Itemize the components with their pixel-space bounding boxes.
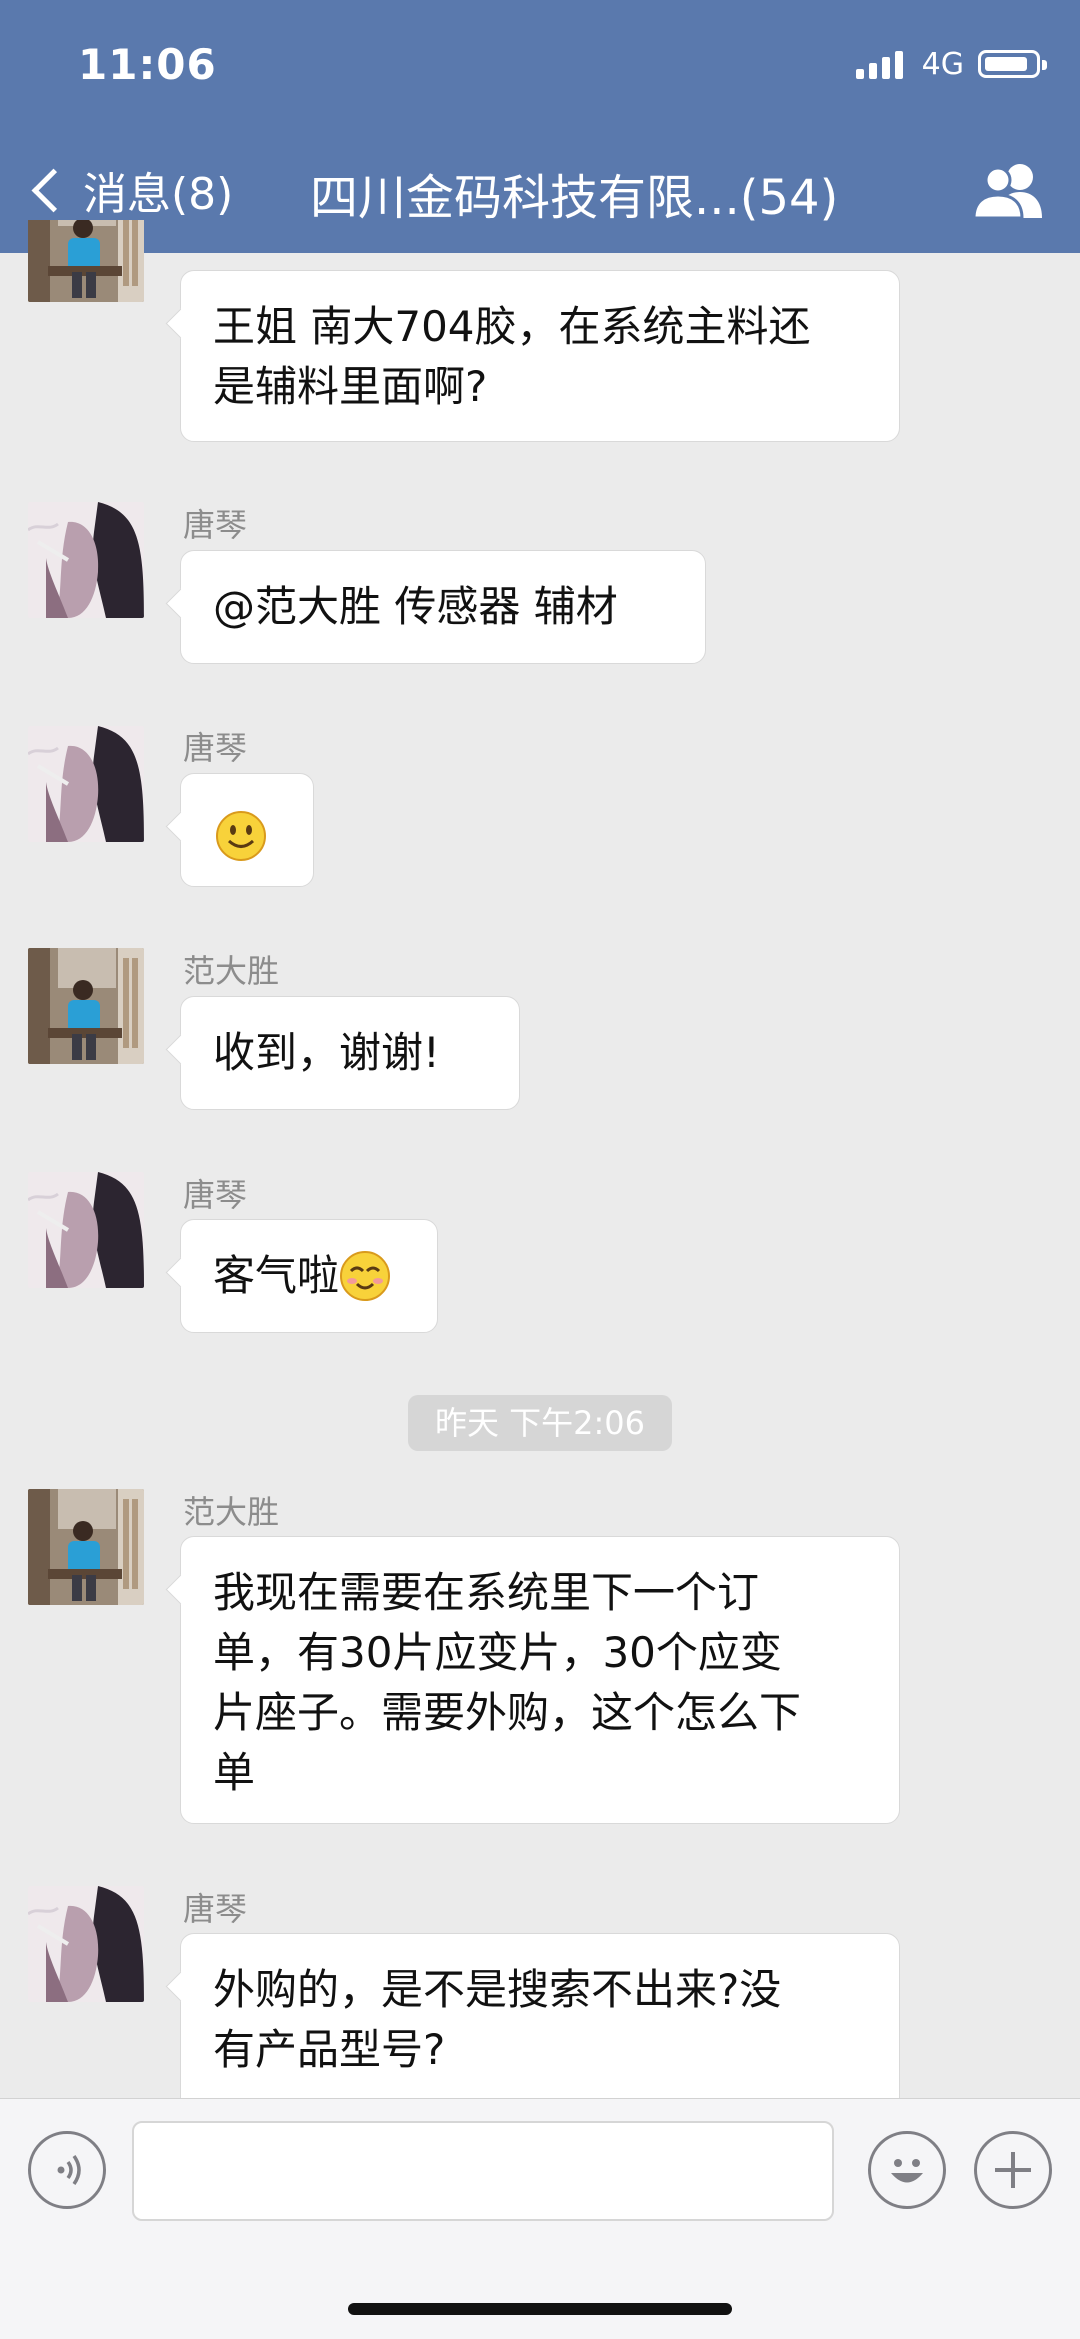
message-line: 王姐 南大704胶，在系统主料还 <box>213 302 811 351</box>
top-bar: 11:06 4G 消息(8) 四川金码科技有限...(54) <box>0 0 1080 253</box>
status-time: 11:06 <box>78 40 217 89</box>
message-line: 我现在需要在系统里下一个订 <box>213 1568 760 1617</box>
message-line: 片座子。需要外购，这个怎么下 <box>213 1688 802 1737</box>
back-label: 消息(8) <box>83 169 234 220</box>
plus-icon <box>995 2152 1031 2188</box>
emoji-icon <box>891 2159 923 2183</box>
avatar[interactable] <box>28 1172 144 1288</box>
avatar[interactable] <box>28 948 144 1064</box>
message-line: 单，有30片应变片，30个应变 <box>213 1628 782 1677</box>
voice-icon <box>57 2154 81 2186</box>
home-indicator[interactable] <box>348 2303 732 2315</box>
sender-name: 范大胜 <box>183 952 280 990</box>
message-line: 客气啦 <box>213 1251 340 1300</box>
avatar[interactable] <box>28 726 144 842</box>
blush-emoji-icon <box>340 1250 391 1301</box>
signal-icon <box>855 49 908 79</box>
message-line: 单 <box>213 1748 256 1797</box>
voice-button[interactable] <box>28 2131 106 2209</box>
avatar[interactable] <box>28 502 144 618</box>
sender-name: 唐琴 <box>183 729 248 767</box>
battery-icon <box>978 50 1047 78</box>
chevron-left-icon <box>31 168 76 212</box>
status-indicators: 4G <box>855 44 1047 84</box>
message-bubble[interactable]: 外购的，是不是搜索不出来?没 有产品型号? <box>180 1933 900 2123</box>
message-line: @范大胜 传感器 辅材 <box>213 582 618 631</box>
sender-name: 唐琴 <box>183 506 248 544</box>
message-line: 是辅料里面啊? <box>213 362 488 411</box>
sender-name: 唐琴 <box>183 1890 248 1928</box>
message-line: 外购的，是不是搜索不出来?没 <box>213 1965 782 2014</box>
sender-name: 范大胜 <box>183 1493 280 1531</box>
smile-emoji-icon <box>216 810 266 861</box>
avatar[interactable] <box>28 1489 144 1605</box>
avatar[interactable] <box>28 1886 144 2002</box>
time-divider: 昨天 下午2:06 <box>408 1395 672 1451</box>
sender-name: 唐琴 <box>183 1176 248 1214</box>
emoji-button[interactable] <box>868 2131 946 2209</box>
message-line: 有产品型号? <box>213 2025 446 2074</box>
chat-title: 四川金码科技有限...(54) <box>310 170 839 226</box>
message-bubble[interactable]: 王姐 南大704胶，在系统主料还 是辅料里面啊? <box>180 270 900 442</box>
message-bubble[interactable]: 收到，谢谢! <box>180 996 520 1110</box>
message-bubble[interactable]: @范大胜 传感器 辅材 <box>180 550 706 664</box>
back-button[interactable]: 消息(8) <box>28 160 233 220</box>
network-label: 4G <box>921 46 964 82</box>
message-line: 收到，谢谢! <box>213 1028 440 1077</box>
message-bubble[interactable] <box>180 773 314 887</box>
message-bubble[interactable]: 我现在需要在系统里下一个订 单，有30片应变片，30个应变 片座子。需要外购，这… <box>180 1536 900 1824</box>
message-input[interactable] <box>132 2121 834 2221</box>
plus-button[interactable] <box>974 2131 1052 2209</box>
group-members-icon[interactable] <box>968 160 1052 220</box>
message-bubble[interactable]: 客气啦 <box>180 1219 438 1333</box>
